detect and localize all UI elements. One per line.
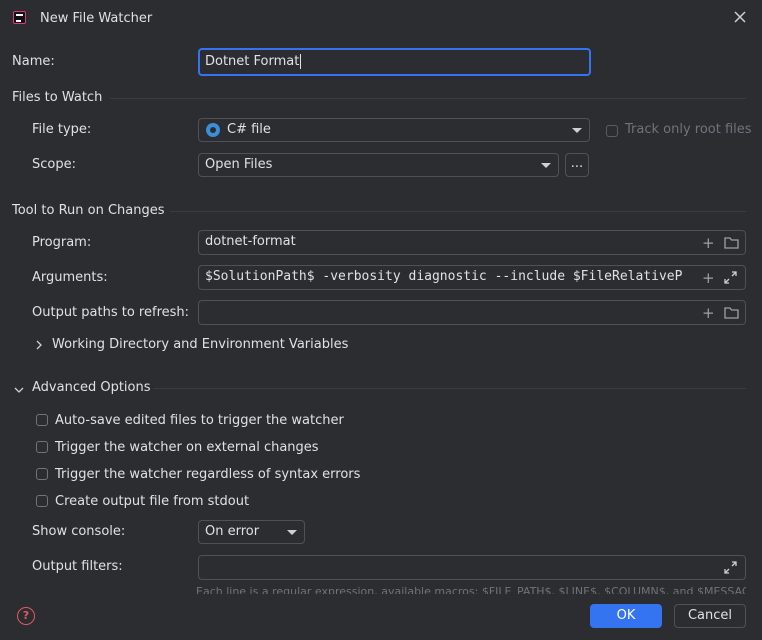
advanced-separator (153, 388, 746, 389)
show-console-label: Show console: (32, 524, 126, 539)
arguments-value: $SolutionPath$ -verbosity diagnostic --i… (205, 269, 683, 284)
arguments-label: Arguments: (32, 270, 108, 285)
syntax-errors-checkbox[interactable] (36, 468, 48, 480)
external-changes-checkbox[interactable] (36, 441, 48, 453)
help-icon[interactable]: ? (17, 607, 35, 625)
expand-icon[interactable] (724, 561, 737, 578)
track-root-label: Track only root files (625, 122, 752, 137)
add-macro-icon[interactable]: + (702, 235, 715, 251)
file-type-select[interactable]: C# file (198, 118, 590, 142)
app-logo-icon (13, 11, 26, 24)
add-path-icon[interactable]: + (702, 305, 715, 321)
name-label: Name: (12, 54, 55, 69)
show-console-value: On error (205, 524, 260, 539)
chevron-down-icon (287, 530, 297, 535)
add-macro-icon[interactable]: + (702, 270, 715, 286)
ok-button[interactable]: OK (590, 604, 662, 628)
track-root-checkbox[interactable] (606, 125, 618, 137)
scope-browse-button[interactable]: ... (565, 153, 589, 177)
folder-icon[interactable] (724, 237, 739, 253)
stdout-file-label: Create output file from stdout (55, 494, 250, 509)
output-filters-input[interactable] (198, 555, 746, 580)
files-to-watch-header: Files to Watch (12, 90, 103, 105)
chevron-right-icon[interactable] (35, 339, 43, 354)
chevron-down-icon[interactable] (14, 383, 24, 398)
arguments-input[interactable]: $SolutionPath$ -verbosity diagnostic --i… (198, 265, 746, 290)
output-filters-label: Output filters: (32, 559, 123, 574)
folder-icon[interactable] (724, 307, 739, 323)
scope-label: Scope: (32, 157, 76, 172)
auto-save-label: Auto-save edited files to trigger the wa… (55, 413, 344, 428)
window-title: New File Watcher (40, 11, 153, 26)
files-to-watch-separator (110, 98, 746, 99)
program-input[interactable]: dotnet-format (198, 230, 746, 255)
close-icon[interactable] (733, 10, 747, 24)
chevron-down-icon (572, 128, 582, 133)
syntax-errors-label: Trigger the watcher regardless of syntax… (55, 467, 361, 482)
scope-select[interactable]: Open Files (198, 153, 559, 177)
show-console-select[interactable]: On error (198, 520, 305, 544)
advanced-header[interactable]: Advanced Options (32, 380, 151, 395)
program-label: Program: (32, 235, 92, 250)
tool-separator (170, 211, 746, 212)
auto-save-checkbox[interactable] (36, 414, 48, 426)
scope-value: Open Files (205, 157, 273, 172)
expand-icon[interactable] (724, 271, 737, 288)
output-filters-hint: Each line is a regular expression, avail… (196, 585, 746, 594)
name-input[interactable]: Dotnet Format (198, 48, 591, 76)
tool-header: Tool to Run on Changes (12, 203, 165, 218)
stdout-file-checkbox[interactable] (36, 495, 48, 507)
cancel-button[interactable]: Cancel (674, 604, 746, 628)
file-type-label: File type: (32, 122, 92, 137)
working-dir-toggle[interactable]: Working Directory and Environment Variab… (52, 337, 348, 352)
name-input-value: Dotnet Format (205, 54, 300, 69)
output-filters-hint-clip: Each line is a regular expression, avail… (196, 584, 746, 594)
file-type-value: C# file (227, 122, 271, 137)
program-value: dotnet-format (205, 234, 296, 249)
csharp-file-icon-mark (210, 127, 216, 133)
output-paths-label: Output paths to refresh: (32, 305, 190, 320)
text-cursor (300, 54, 302, 69)
external-changes-label: Trigger the watcher on external changes (55, 440, 319, 455)
chevron-down-icon (541, 163, 551, 168)
output-paths-input[interactable] (198, 300, 746, 325)
